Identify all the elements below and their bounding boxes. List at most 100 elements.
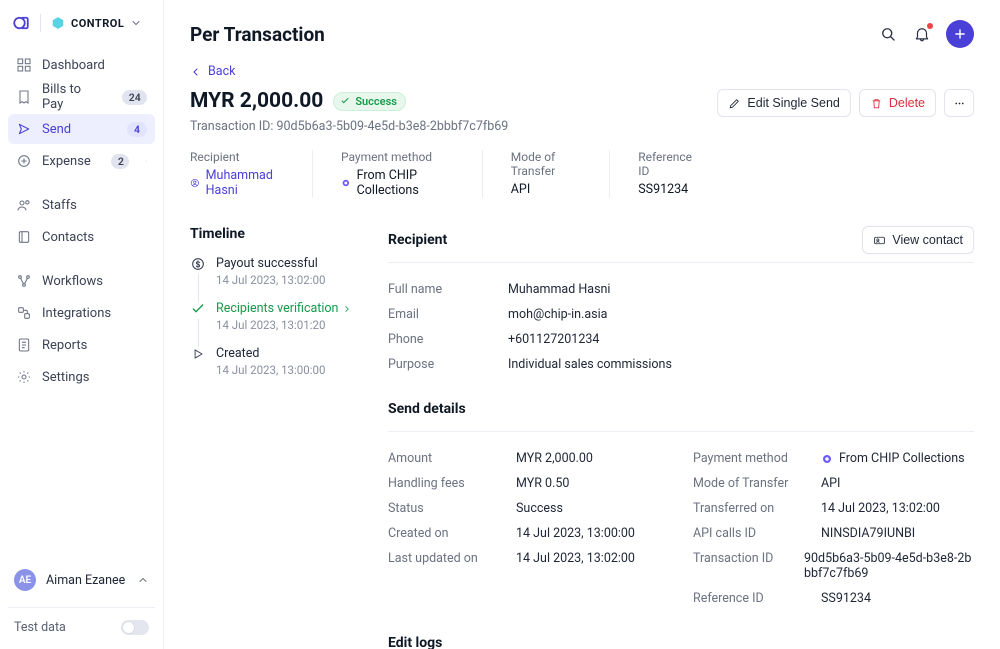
workspace-label: CONTROL (71, 17, 124, 30)
source-dot-icon (341, 177, 351, 189)
user-menu[interactable]: AE Aiman Ezanee (8, 563, 155, 597)
users-icon (16, 197, 32, 213)
receipt-icon (16, 89, 32, 105)
meta-payment-method: From CHIP Collections (341, 168, 458, 198)
testdata-toggle[interactable] (121, 620, 149, 635)
sidebar-item-send[interactable]: Send 4 (8, 114, 155, 144)
timeline-item: Payout successful 14 Jul 2023, 13:02:00 (190, 256, 370, 301)
chevron-down-icon (145, 155, 147, 167)
kv-label: Transferred on (693, 501, 805, 516)
user-circle-icon (190, 177, 200, 189)
report-icon (16, 337, 32, 353)
kv-label: Mode of Transfer (693, 476, 805, 491)
delete-button[interactable]: Delete (859, 89, 936, 117)
sidebar-item-label: Expense (42, 154, 91, 169)
kv-label: Last updated on (388, 551, 500, 566)
sidebar-item-label: Bills to Pay (42, 82, 102, 112)
source-dot-icon (821, 453, 833, 465)
meta-recipient-link[interactable]: Muhammad Hasni (190, 168, 288, 198)
user-name: Aiman Ezanee (46, 573, 125, 588)
pencil-icon (728, 97, 741, 110)
meta-label: Recipient (190, 150, 288, 164)
search-button[interactable] (878, 24, 898, 44)
recipient-phone: +601127201234 (508, 332, 599, 347)
timeline-item-time: 14 Jul 2023, 13:02:00 (216, 273, 325, 287)
send-icon (16, 121, 32, 137)
sidebar-badge: 24 (122, 90, 147, 105)
back-link[interactable]: Back (190, 64, 974, 79)
txid-label: Transaction ID: (190, 119, 273, 134)
sd-created: 14 Jul 2023, 13:00:00 (516, 526, 635, 541)
dots-icon (953, 97, 966, 110)
timeline-title: Timeline (190, 226, 370, 242)
nav: Dashboard Bills to Pay 24 Send 4 Expense… (8, 50, 155, 392)
check-icon (340, 96, 350, 106)
sidebar-item-bills[interactable]: Bills to Pay 24 (8, 82, 155, 112)
book-icon (16, 229, 32, 245)
sidebar-item-workflows[interactable]: Workflows (8, 266, 155, 296)
kv-label: API calls ID (693, 526, 805, 541)
timeline-item[interactable]: Recipients verification 14 Jul 2023, 13:… (190, 301, 370, 346)
topbar: Per Transaction (190, 20, 974, 48)
sidebar-item-expense[interactable]: Expense 2 (8, 146, 155, 176)
header-actions: Edit Single Send Delete (717, 89, 974, 117)
sd-transferred: 14 Jul 2023, 13:02:00 (821, 501, 940, 516)
brand-row: CONTROL (12, 14, 151, 32)
sidebar-item-dashboard[interactable]: Dashboard (8, 50, 155, 80)
search-icon (879, 25, 897, 43)
testdata-label: Test data (14, 620, 66, 635)
edit-send-button[interactable]: Edit Single Send (717, 89, 850, 117)
sidebar-item-staffs[interactable]: Staffs (8, 190, 155, 220)
sd-status: Success (516, 501, 563, 516)
timeline-item-title: Created (216, 346, 325, 361)
meta-label: Reference ID (638, 150, 693, 178)
plug-icon (16, 305, 32, 321)
recipient-title: Recipient (388, 232, 447, 248)
meta-reference-id: SS91234 (638, 182, 693, 197)
brand-logo-icon (12, 14, 30, 32)
sidebar-item-label: Workflows (42, 274, 103, 289)
sidebar-item-label: Contacts (42, 230, 94, 245)
kv-label: Full name (388, 282, 492, 297)
chevron-up-icon (137, 574, 149, 586)
send-details-panel: Send details AmountMYR 2,000.00 Handling… (388, 401, 974, 611)
sidebar-item-label: Integrations (42, 306, 111, 321)
edit-logs-title: Edit logs (388, 635, 974, 649)
sd-ref: SS91234 (821, 591, 871, 606)
sidebar-item-label: Dashboard (42, 58, 105, 73)
brand-separator (40, 14, 41, 32)
divider (8, 607, 155, 608)
sidebar-item-contacts[interactable]: Contacts (8, 222, 155, 252)
kv-label: Payment method (693, 451, 805, 466)
status-chip: Success (333, 92, 406, 111)
view-contact-button[interactable]: View contact (862, 226, 974, 254)
notifications-button[interactable] (912, 24, 932, 44)
timeline-item-time: 14 Jul 2023, 13:01:20 (216, 318, 352, 332)
timeline-item-title: Payout successful (216, 256, 325, 271)
meta-label: Mode of Transfer (511, 150, 585, 178)
sidebar: CONTROL Dashboard Bills to Pay 24 Send 4 (0, 0, 164, 649)
meta-transfer-mode: API (511, 182, 585, 197)
more-actions-button[interactable] (944, 89, 974, 117)
send-details-title: Send details (388, 401, 974, 417)
chevron-right-icon (342, 304, 352, 314)
sidebar-item-label: Send (42, 122, 71, 137)
create-button[interactable] (946, 20, 974, 48)
sidebar-item-integrations[interactable]: Integrations (8, 298, 155, 328)
meta-row: Recipient Muhammad Hasni Payment method … (190, 150, 717, 202)
kv-label: Purpose (388, 357, 492, 372)
sidebar-item-settings[interactable]: Settings (8, 362, 155, 392)
view-contact-label: View contact (892, 233, 963, 247)
trash-icon (870, 97, 883, 110)
sidebar-item-reports[interactable]: Reports (8, 330, 155, 360)
main: Per Transaction Back MYR 2, (164, 0, 1000, 649)
avatar: AE (14, 569, 36, 591)
workspace-switcher[interactable]: CONTROL (51, 16, 142, 30)
sidebar-item-label: Staffs (42, 198, 77, 213)
play-icon (190, 346, 206, 362)
transaction-id-row: Transaction ID: 90d5b6a3-5b09-4e5d-b3e8-… (190, 119, 717, 134)
sidebar-item-label: Reports (42, 338, 87, 353)
recipient-panel: Recipient View contact Full nameMuhammad… (388, 226, 974, 377)
workflow-icon (16, 273, 32, 289)
recipient-email: moh@chip-in.asia (508, 307, 607, 322)
